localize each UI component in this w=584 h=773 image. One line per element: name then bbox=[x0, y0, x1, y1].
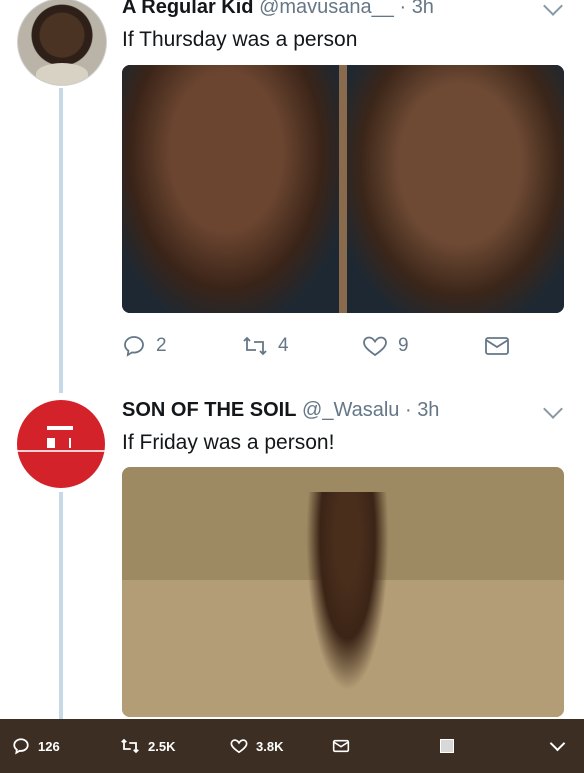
retweet-icon bbox=[243, 336, 267, 356]
avatar[interactable] bbox=[17, 0, 107, 86]
bottom-retweet-button[interactable]: 2.5K bbox=[120, 719, 175, 773]
timestamp[interactable]: 3h bbox=[412, 0, 434, 18]
photo-panel-left bbox=[122, 65, 339, 313]
display-name[interactable]: A Regular Kid bbox=[122, 0, 254, 18]
reply-icon bbox=[13, 738, 29, 755]
avatar[interactable] bbox=[17, 400, 105, 488]
avatar-figure bbox=[47, 438, 55, 448]
tweet-actions: 2 4 9 bbox=[122, 333, 522, 359]
heart-icon bbox=[363, 336, 387, 357]
square-icon bbox=[440, 739, 454, 753]
bottom-reply-button[interactable]: 126 bbox=[12, 719, 60, 773]
separator-dot: · bbox=[404, 399, 412, 421]
reply-icon bbox=[124, 336, 144, 357]
retweet-button[interactable]: 4 bbox=[242, 334, 289, 358]
bottom-action-bar: 126 2.5K 3.8K bbox=[0, 719, 584, 773]
chevron-down-icon[interactable] bbox=[543, 0, 563, 16]
display-name[interactable]: SON OF THE SOIL bbox=[122, 399, 296, 421]
thread-line-bottom bbox=[59, 492, 63, 722]
envelope-icon bbox=[485, 337, 509, 355]
envelope-icon bbox=[332, 739, 350, 753]
avatar-flags bbox=[47, 426, 73, 436]
like-count: 9 bbox=[398, 335, 409, 356]
bottom-reply-count: 126 bbox=[38, 738, 60, 754]
avatar-shirt bbox=[36, 63, 88, 85]
tweet-header: SON OF THE SOIL @_Wasalu · 3h bbox=[122, 398, 439, 422]
bottom-dm-button[interactable] bbox=[332, 719, 350, 773]
thread-line-top bbox=[59, 88, 63, 393]
bottom-like-button[interactable]: 3.8K bbox=[230, 719, 283, 773]
separator-dot: · bbox=[399, 0, 407, 18]
photo-subject bbox=[298, 492, 397, 717]
tweet-header: A Regular Kid @mavusana__ · 3h bbox=[122, 0, 434, 19]
direct-message-button[interactable] bbox=[484, 334, 510, 358]
reply-button[interactable]: 2 bbox=[122, 334, 167, 358]
avatar-post bbox=[69, 438, 71, 448]
photo-panel-right bbox=[347, 65, 564, 313]
tweet-text: If Friday was a person! bbox=[122, 431, 335, 454]
photo-divider bbox=[338, 65, 348, 313]
timestamp[interactable]: 3h bbox=[417, 399, 439, 421]
tweet-text: If Thursday was a person bbox=[122, 28, 358, 51]
bottom-square-button[interactable] bbox=[440, 719, 454, 773]
reply-count: 2 bbox=[156, 335, 167, 356]
tweet-photo[interactable] bbox=[122, 467, 564, 717]
retweet-icon bbox=[121, 738, 139, 754]
user-handle[interactable]: @_Wasalu bbox=[302, 399, 399, 421]
chevron-down-icon[interactable] bbox=[543, 399, 563, 419]
tweet-photo[interactable] bbox=[122, 65, 564, 313]
like-button[interactable]: 9 bbox=[362, 334, 409, 358]
chevron-down-icon bbox=[549, 735, 566, 751]
bottom-like-count: 3.8K bbox=[256, 738, 284, 754]
heart-icon bbox=[230, 739, 248, 754]
user-handle[interactable]: @mavusana__ bbox=[259, 0, 394, 18]
avatar-line bbox=[17, 450, 105, 452]
bottom-retweet-count: 2.5K bbox=[148, 738, 176, 754]
bottom-more-button[interactable] bbox=[549, 719, 566, 773]
retweet-count: 4 bbox=[278, 335, 289, 356]
